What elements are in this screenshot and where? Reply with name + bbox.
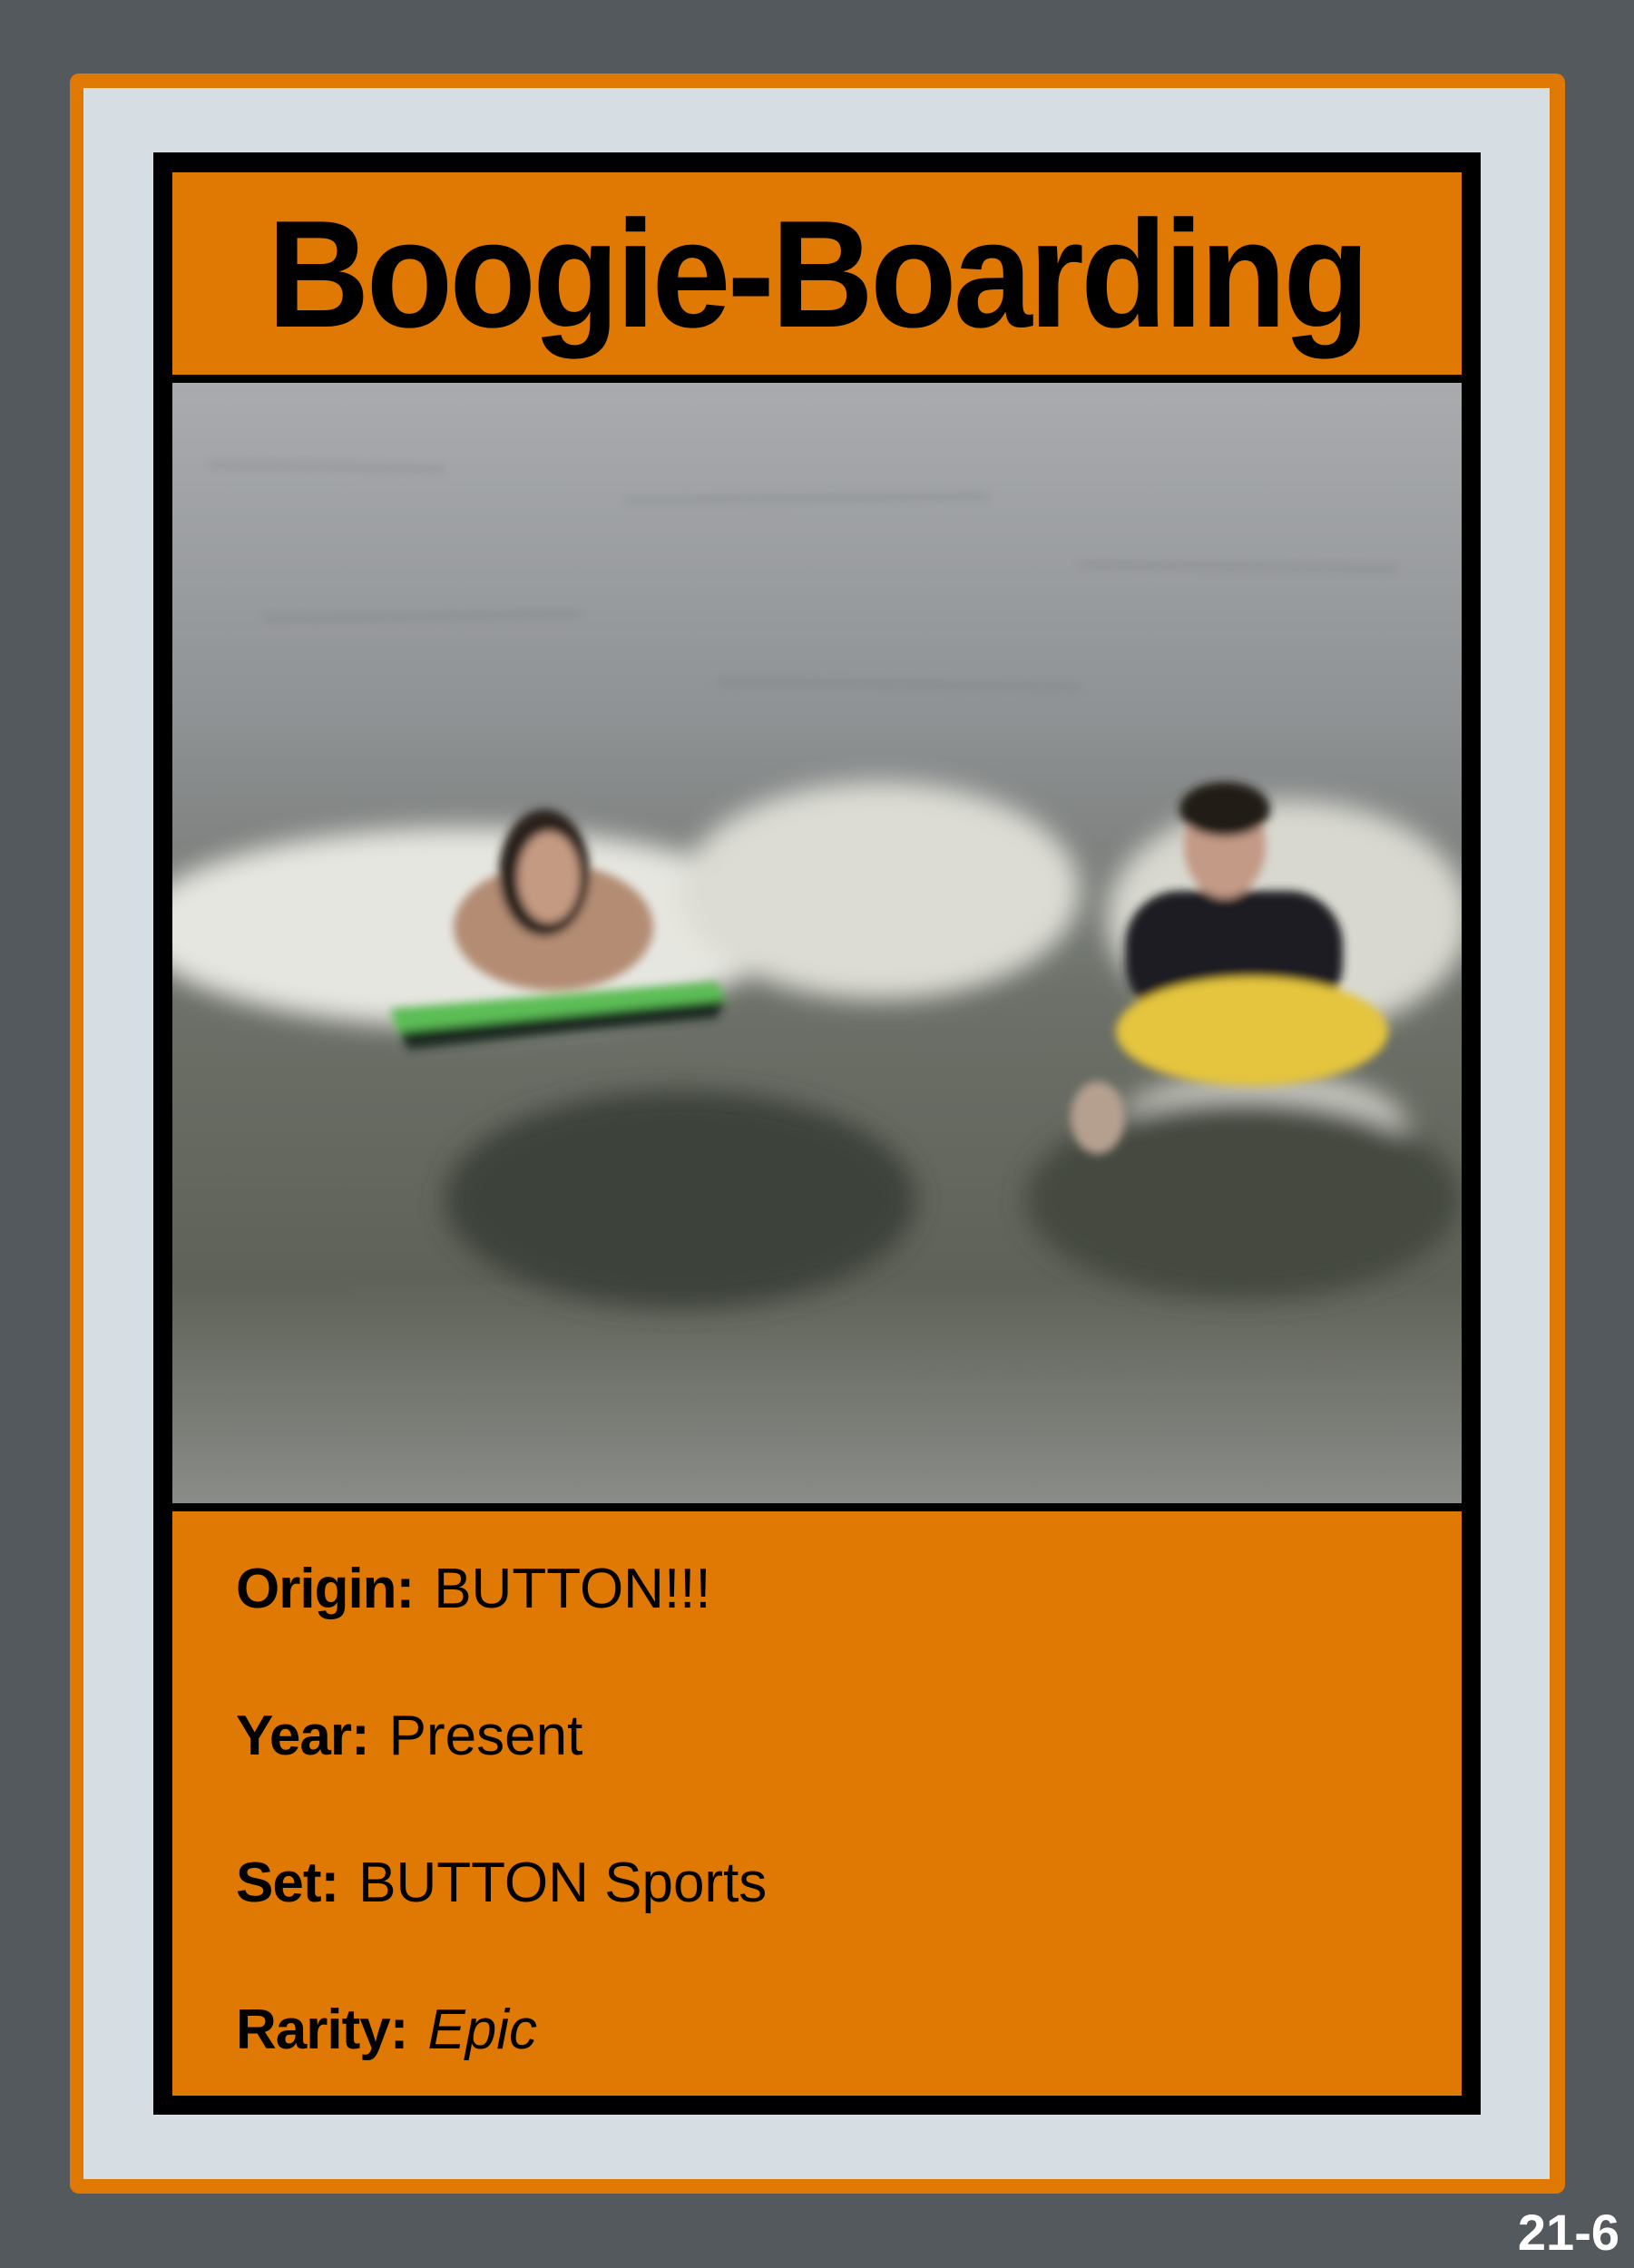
card-photo xyxy=(172,383,1462,1503)
stat-label: Rarity: xyxy=(236,1999,408,2061)
stats-panel: Origin: BUTTON!!! Year: Present Set: BUTTON… xyxy=(172,1511,1462,2096)
stat-rarity: Rarity: Epic xyxy=(236,2002,537,2058)
stat-value: BUTTON!!! xyxy=(434,1558,711,1620)
stat-value: BUTTON Sports xyxy=(358,1852,768,1914)
card-title: Boogie-Boarding xyxy=(267,188,1370,359)
title-banner: Boogie-Boarding xyxy=(172,172,1462,375)
card-number: 21-6 xyxy=(1517,2204,1619,2261)
stat-year: Year: Present xyxy=(236,1708,582,1765)
stat-label: Set: xyxy=(236,1852,339,1914)
stat-label: Origin: xyxy=(236,1558,415,1620)
stat-set: Set: BUTTON Sports xyxy=(236,1855,767,1911)
stat-value: Present xyxy=(388,1705,583,1767)
stat-value: Epic xyxy=(427,1999,537,2061)
stat-origin: Origin: BUTTON!!! xyxy=(236,1561,711,1618)
boogie-boarding-photo xyxy=(172,383,1462,1503)
stat-label: Year: xyxy=(236,1705,370,1767)
